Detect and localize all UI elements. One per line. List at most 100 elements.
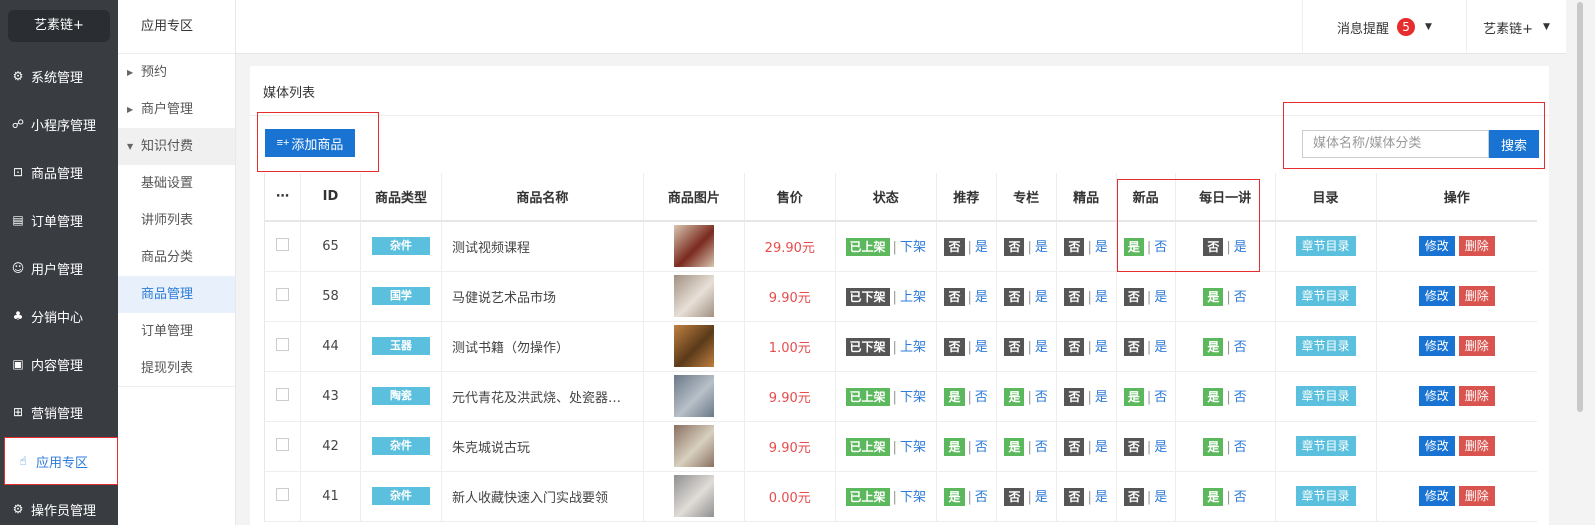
sidebar-item-4[interactable]: ▤ 订单管理	[0, 196, 118, 244]
set-yes-link[interactable]: 是	[975, 340, 988, 355]
set-no-link[interactable]: 否	[1154, 390, 1167, 405]
product-thumbnail[interactable]	[673, 275, 714, 317]
set-no-link[interactable]: 否	[1234, 290, 1247, 305]
set-yes-link[interactable]: 是	[1095, 390, 1108, 405]
messages-dropdown[interactable]: 消息提醒 5 ▼	[1302, 0, 1466, 54]
product-thumbnail[interactable]	[673, 225, 714, 268]
sidebar-item-label: 用户管理	[31, 262, 84, 278]
take-off-shelf-link[interactable]: 下架	[900, 440, 926, 455]
set-yes-link[interactable]: 是	[1234, 240, 1247, 255]
set-yes-link[interactable]: 是	[1035, 340, 1048, 355]
sidebar-item-3[interactable]: ⊡ 商品管理	[0, 148, 118, 196]
row-checkbox[interactable]	[275, 387, 289, 401]
row-checkbox[interactable]	[275, 337, 289, 351]
set-yes-link[interactable]: 是	[1154, 440, 1167, 455]
set-yes-link[interactable]: 是	[1154, 340, 1167, 355]
set-yes-link[interactable]: 是	[1095, 490, 1108, 505]
put-on-shelf-link[interactable]: 上架	[900, 340, 926, 355]
set-no-link[interactable]: 否	[1234, 340, 1247, 355]
edit-button[interactable]: 修改	[1418, 486, 1455, 506]
take-off-shelf-link[interactable]: 下架	[900, 390, 926, 405]
sidebar-item-6[interactable]: ♣ 分销中心	[0, 292, 118, 340]
product-thumbnail[interactable]	[673, 325, 714, 367]
subnav-group-knowledge[interactable]: ▼ 知识付费	[118, 128, 235, 165]
sidebar-item-8[interactable]: ⊞ 营销管理	[0, 388, 118, 436]
subnav-item-basic-settings[interactable]: 基础设置	[118, 165, 235, 202]
set-yes-link[interactable]: 是	[1154, 490, 1167, 505]
set-no-link[interactable]: 否	[1154, 240, 1167, 255]
delete-button[interactable]: 删除	[1458, 236, 1495, 257]
chapter-catalog-button[interactable]: 章节目录	[1295, 336, 1356, 356]
chapter-catalog-button[interactable]: 章节目录	[1295, 436, 1356, 456]
search-button[interactable]: 搜索	[1489, 130, 1539, 158]
subnav-group-appointment[interactable]: ▶ 预约	[118, 54, 235, 91]
chapter-catalog-button[interactable]: 章节目录	[1295, 386, 1356, 406]
search-input[interactable]: 媒体名称/媒体分类	[1302, 130, 1489, 158]
set-yes-link[interactable]: 是	[975, 290, 988, 305]
subnav-item-products[interactable]: 商品管理	[118, 276, 235, 313]
main-sidebar: 艺素链+ ⚙ 系统管理 ☍ 小程序管理 ⊡ 商品管理 ▤ 订单管理 ☺ 用户管理 ♣ 分销中心 ▣ 内容管…	[0, 0, 118, 525]
sidebar-item-7[interactable]: ▣ 内容管理	[0, 340, 118, 388]
subnav-item-categories[interactable]: 商品分类	[118, 239, 235, 276]
set-no-link[interactable]: 否	[1234, 440, 1247, 455]
edit-button[interactable]: 修改	[1418, 286, 1455, 306]
delete-button[interactable]: 删除	[1458, 436, 1495, 456]
set-yes-link[interactable]: 是	[1154, 290, 1167, 305]
set-yes-link[interactable]: 是	[1095, 440, 1108, 455]
sidebar-item-10[interactable]: ⚙ 操作员管理	[0, 485, 118, 525]
subnav-group-merchant[interactable]: ▶ 商户管理	[118, 91, 235, 128]
product-thumbnail[interactable]	[673, 475, 714, 517]
product-thumbnail[interactable]	[673, 425, 714, 467]
edit-button[interactable]: 修改	[1418, 386, 1455, 406]
product-thumbnail[interactable]	[673, 375, 714, 417]
chapter-catalog-button[interactable]: 章节目录	[1295, 236, 1356, 257]
set-no-link[interactable]: 否	[975, 440, 988, 455]
set-no-link[interactable]: 否	[1035, 440, 1048, 455]
set-no-link[interactable]: 否	[1234, 490, 1247, 505]
subnav-item-orders[interactable]: 订单管理	[118, 313, 235, 350]
chapter-catalog-button[interactable]: 章节目录	[1295, 486, 1356, 506]
set-yes-link[interactable]: 是	[1035, 490, 1048, 505]
add-product-button[interactable]: ≡+ 添加商品	[265, 129, 355, 157]
brand-logo[interactable]: 艺素链+	[8, 10, 110, 42]
yes-label: 是	[944, 388, 965, 406]
edit-button[interactable]: 修改	[1418, 236, 1455, 257]
set-yes-link[interactable]: 是	[975, 240, 988, 255]
user-dropdown[interactable]: 艺素链+ ▼	[1466, 0, 1566, 54]
sidebar-item-5[interactable]: ☺ 用户管理	[0, 244, 118, 292]
take-off-shelf-link[interactable]: 下架	[900, 490, 926, 505]
delete-button[interactable]: 删除	[1458, 286, 1495, 306]
subnav-item-withdrawals[interactable]: 提现列表	[118, 350, 235, 387]
row-checkbox[interactable]	[275, 287, 289, 301]
separator: |	[1087, 440, 1092, 455]
separator: |	[1226, 240, 1231, 256]
row-checkbox[interactable]	[275, 437, 289, 451]
sidebar-item-1[interactable]: ⚙ 系统管理	[0, 52, 118, 100]
delete-button[interactable]: 删除	[1458, 486, 1495, 506]
delete-button[interactable]: 删除	[1458, 336, 1495, 356]
sidebar-item-label: 应用专区	[36, 455, 89, 471]
set-yes-link[interactable]: 是	[1095, 240, 1108, 255]
sidebar-item-2[interactable]: ☍ 小程序管理	[0, 100, 118, 148]
set-yes-link[interactable]: 是	[1095, 290, 1108, 305]
select-all-header[interactable]: ⋯	[264, 173, 301, 222]
edit-button[interactable]: 修改	[1418, 336, 1455, 356]
set-yes-link[interactable]: 是	[1095, 340, 1108, 355]
sidebar-item-9[interactable]: ☝ 应用专区	[4, 437, 118, 485]
set-no-link[interactable]: 否	[975, 390, 988, 405]
take-off-shelf-link[interactable]: 下架	[900, 240, 926, 255]
row-checkbox[interactable]	[275, 237, 289, 251]
row-checkbox[interactable]	[275, 487, 289, 501]
sidebar-item-label: 订单管理	[31, 214, 84, 230]
delete-button[interactable]: 删除	[1458, 386, 1495, 406]
set-no-link[interactable]: 否	[975, 490, 988, 505]
page-scrollbar-thumb[interactable]	[1577, 2, 1583, 412]
subnav-item-lecturers[interactable]: 讲师列表	[118, 202, 235, 239]
chapter-catalog-button[interactable]: 章节目录	[1295, 286, 1356, 306]
set-yes-link[interactable]: 是	[1035, 290, 1048, 305]
set-yes-link[interactable]: 是	[1035, 240, 1048, 255]
set-no-link[interactable]: 否	[1035, 390, 1048, 405]
edit-button[interactable]: 修改	[1418, 436, 1455, 456]
set-no-link[interactable]: 否	[1234, 390, 1247, 405]
put-on-shelf-link[interactable]: 上架	[900, 290, 926, 305]
